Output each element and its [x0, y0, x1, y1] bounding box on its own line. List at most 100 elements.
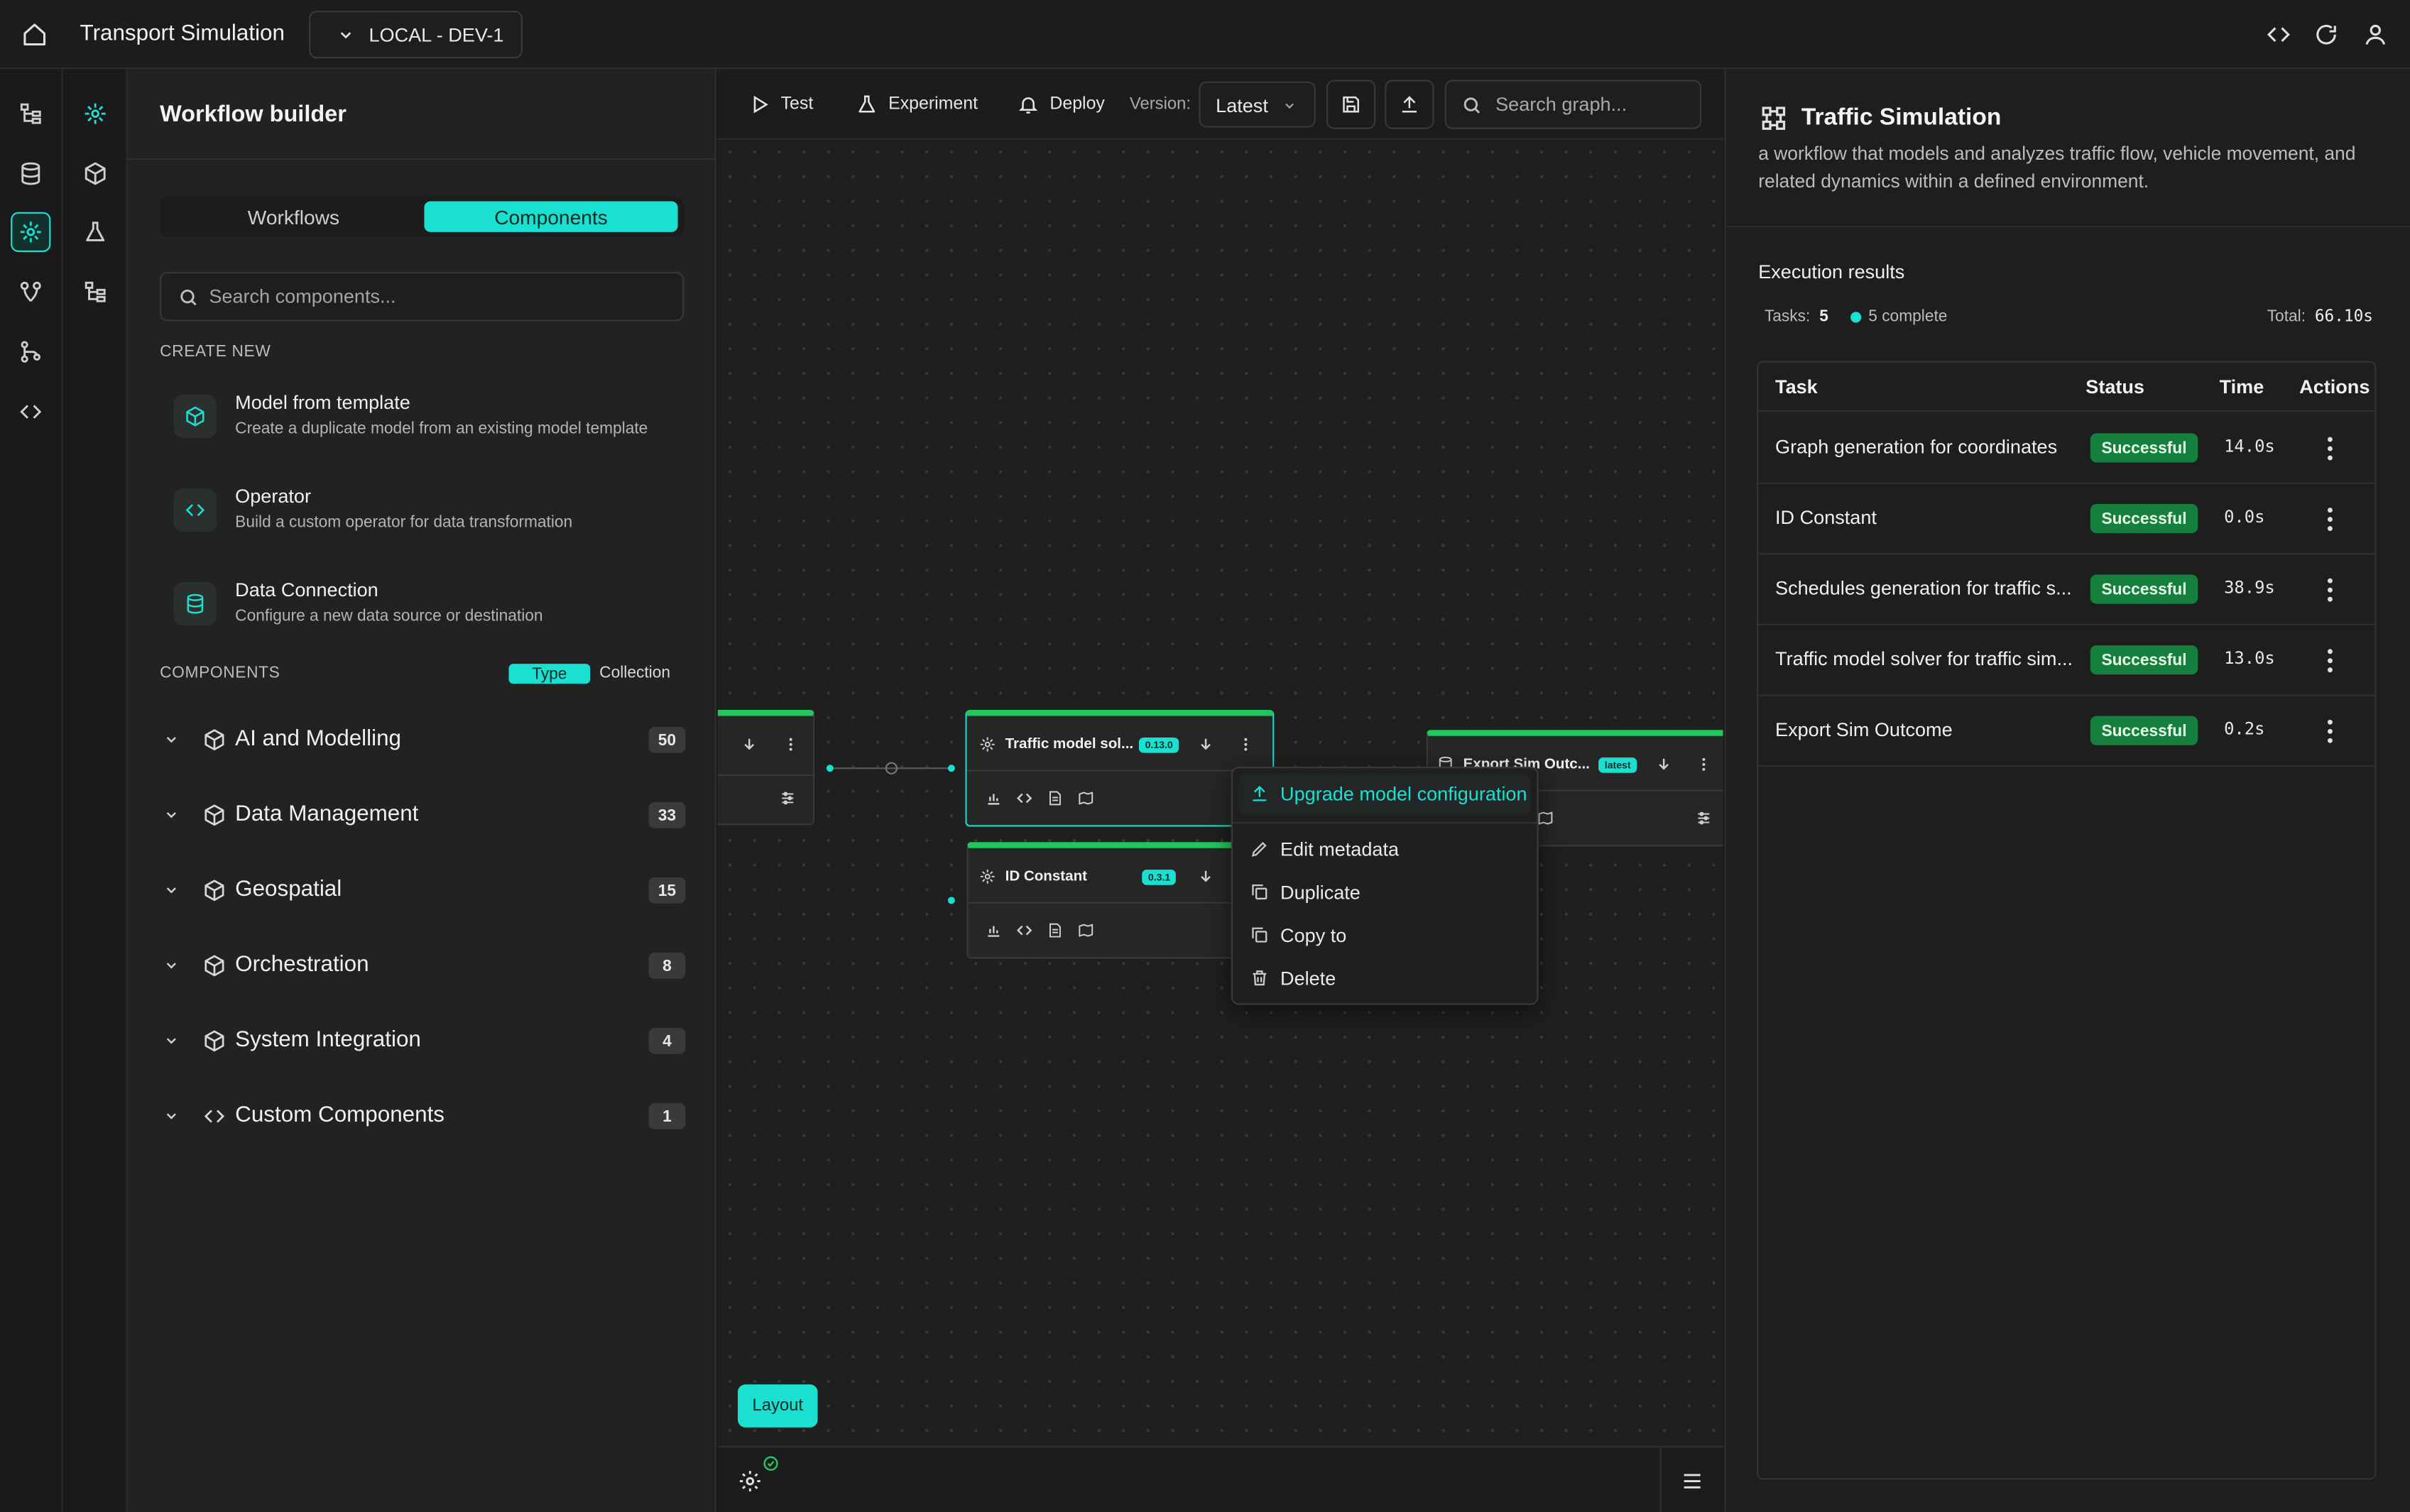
graph-search-field[interactable]: Search graph...: [1444, 80, 1702, 129]
cube-icon: [203, 804, 226, 826]
view-type-button[interactable]: Type: [508, 664, 591, 684]
user-icon[interactable]: [2362, 21, 2389, 48]
more-vertical-icon[interactable]: [2321, 433, 2339, 464]
execution-results-table: Task Status Time Actions Graph generatio…: [1757, 361, 2377, 1480]
category-ai-and-modelling[interactable]: AI and Modelling 50: [160, 721, 686, 760]
test-button[interactable]: Test: [748, 69, 813, 140]
download-icon[interactable]: [1655, 756, 1672, 773]
tasks-summary: Tasks: 5 5 complete: [1765, 307, 1948, 326]
version-select[interactable]: Latest: [1199, 81, 1316, 128]
workflow-icon[interactable]: [75, 94, 115, 133]
download-icon[interactable]: [1197, 868, 1214, 885]
workflow-node-id-constant[interactable]: ID Constant 0.3.1: [966, 842, 1275, 959]
table-row[interactable]: Schedules generation for traffic s... Su…: [1758, 554, 2375, 625]
tab-components[interactable]: Components: [424, 201, 678, 232]
status-badge: Successful: [2090, 716, 2198, 745]
chart-icon[interactable]: [985, 790, 1002, 807]
more-vertical-icon[interactable]: [2321, 504, 2339, 535]
model-icon[interactable]: [11, 272, 50, 312]
table-row[interactable]: Graph generation for coordinates Success…: [1758, 413, 2375, 484]
task-time: 0.0s: [2224, 507, 2265, 527]
database-icon[interactable]: [11, 153, 50, 193]
map-icon[interactable]: [1077, 790, 1094, 807]
settings-sliders-icon[interactable]: [1695, 810, 1712, 827]
more-vertical-icon[interactable]: [2321, 716, 2339, 747]
category-custom-components[interactable]: Custom Components 1: [160, 1097, 686, 1136]
menu-icon[interactable]: [1680, 1469, 1705, 1494]
menu-item-delete[interactable]: Delete: [1233, 959, 1537, 999]
create-operator[interactable]: Operator Build a custom operator for dat…: [173, 486, 681, 541]
more-vertical-icon[interactable]: [2321, 575, 2339, 606]
save-button[interactable]: [1326, 80, 1376, 129]
experiment-button[interactable]: Experiment: [856, 69, 978, 140]
menu-item-label: Delete: [1280, 968, 1336, 990]
category-system-integration[interactable]: System Integration 4: [160, 1021, 686, 1061]
hierarchy-icon[interactable]: [75, 272, 115, 312]
table-row[interactable]: Traffic model solver for traffic sim... …: [1758, 625, 2375, 696]
view-collection-button[interactable]: Collection: [599, 664, 670, 682]
category-geospatial[interactable]: Geospatial 15: [160, 871, 686, 911]
menu-item-label: Edit metadata: [1280, 838, 1400, 861]
menu-item-copy-to[interactable]: Copy to: [1233, 916, 1537, 955]
category-label: Orchestration: [235, 953, 369, 977]
more-vertical-icon[interactable]: [783, 736, 800, 753]
workflow-node-partial[interactable]: [717, 710, 815, 826]
version-label: Version:: [1129, 95, 1191, 114]
workflow-builder-icon[interactable]: [11, 212, 51, 252]
workflow-description: a workflow that models and analyzes traf…: [1758, 143, 2356, 192]
map-icon[interactable]: [1537, 810, 1554, 827]
menu-item-edit-metadata[interactable]: Edit metadata: [1233, 830, 1537, 870]
table-header: Task Status Time Actions: [1758, 363, 2375, 412]
copy-icon: [1250, 925, 1270, 945]
chevron-down-icon: [165, 959, 178, 973]
menu-item-upgrade-model-configuration[interactable]: Upgrade model configuration: [1238, 774, 1531, 815]
document-icon[interactable]: [1047, 790, 1064, 807]
gear-icon[interactable]: [738, 1469, 763, 1494]
category-count: 4: [648, 1028, 686, 1054]
tab-workflows[interactable]: Workflows: [165, 202, 423, 232]
map-icon[interactable]: [1077, 922, 1094, 939]
menu-item-duplicate[interactable]: Duplicate: [1233, 872, 1537, 912]
settings-sliders-icon[interactable]: [779, 790, 796, 807]
node-version-badge: 0.3.1: [1142, 870, 1177, 885]
download-icon[interactable]: [1197, 736, 1214, 753]
cube-icon[interactable]: [75, 153, 115, 193]
code-icon[interactable]: [2266, 21, 2292, 48]
more-vertical-icon[interactable]: [1237, 736, 1254, 753]
environment-selector[interactable]: LOCAL - DEV-1: [309, 11, 523, 59]
upload-button[interactable]: [1385, 80, 1434, 129]
more-vertical-icon[interactable]: [1695, 756, 1712, 773]
code-icon[interactable]: [1016, 790, 1033, 807]
code-icon: [173, 488, 217, 532]
download-icon[interactable]: [741, 736, 758, 753]
code-icon[interactable]: [1016, 922, 1033, 939]
experiment-label: Experiment: [888, 95, 978, 114]
category-orchestration[interactable]: Orchestration 8: [160, 946, 686, 986]
home-icon[interactable]: [21, 21, 48, 48]
create-data-connection[interactable]: Data Connection Configure a new data sou…: [173, 579, 681, 635]
workflow-node-traffic-model-solver[interactable]: Traffic model sol... 0.13.0: [965, 710, 1275, 827]
refresh-icon[interactable]: [2313, 21, 2340, 48]
table-row[interactable]: Export Sim Outcome Successful 0.2s: [1758, 696, 2375, 767]
deploy-label: Deploy: [1049, 95, 1105, 114]
document-icon[interactable]: [1047, 922, 1064, 939]
category-label: Custom Components: [235, 1103, 445, 1128]
more-vertical-icon[interactable]: [2321, 645, 2339, 676]
category-count: 15: [648, 877, 686, 904]
category-count: 8: [648, 953, 686, 979]
chevron-down-icon: [1283, 100, 1295, 112]
task-name: ID Constant: [1775, 507, 1877, 529]
graph-canvas[interactable]: Traffic model sol... 0.13.0 ID Constant …: [717, 139, 1723, 1446]
git-branch-icon[interactable]: [11, 332, 50, 372]
code-icon[interactable]: [11, 392, 50, 432]
flask-icon[interactable]: [75, 212, 115, 252]
table-row[interactable]: ID Constant Successful 0.0s: [1758, 484, 2375, 555]
component-search-field[interactable]: Search components...: [160, 272, 685, 322]
tasks-count: 5: [1819, 307, 1828, 326]
hierarchy-icon[interactable]: [11, 94, 50, 133]
layout-button[interactable]: Layout: [737, 1384, 818, 1428]
deploy-button[interactable]: Deploy: [1018, 69, 1105, 140]
category-data-management[interactable]: Data Management 33: [160, 796, 686, 836]
chart-icon[interactable]: [985, 922, 1002, 939]
create-model-from-template[interactable]: Model from template Create a duplicate m…: [173, 392, 681, 447]
